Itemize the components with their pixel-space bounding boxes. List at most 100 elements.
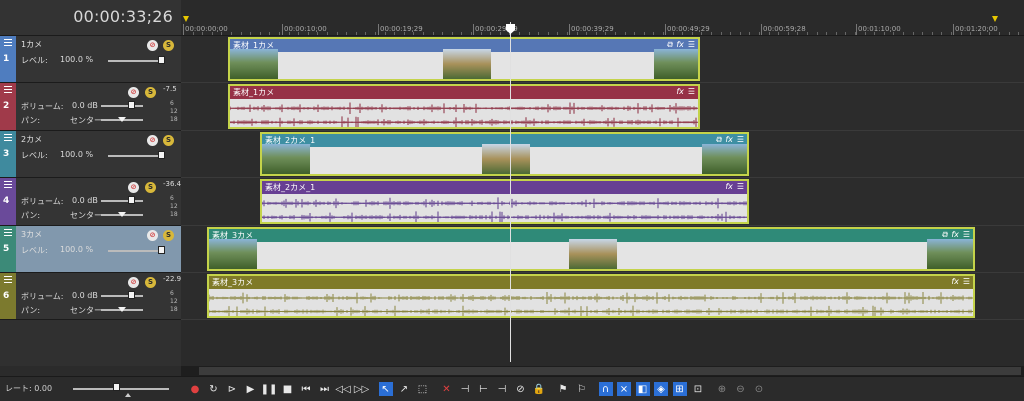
- normal-edit-tool-icon[interactable]: ↖: [378, 382, 393, 396]
- mute-button[interactable]: ⊘: [128, 277, 139, 288]
- zoom-out-icon[interactable]: ⊖: [734, 382, 748, 396]
- loop-region-marker[interactable]: [183, 16, 189, 22]
- track-lane-1[interactable]: 素材_1カメ ⧉ fx ☰: [181, 36, 1024, 83]
- solo-button[interactable]: S: [145, 182, 156, 193]
- track-menu-icon[interactable]: [4, 181, 12, 188]
- solo-button[interactable]: S: [145, 277, 156, 288]
- event-clip[interactable]: 素材_3カメ ⧉ fx ☰: [207, 227, 975, 271]
- solo-button[interactable]: S: [163, 40, 174, 51]
- volume-slider-knob[interactable]: [128, 291, 135, 299]
- track-header-3[interactable]: 3 ⊘ S 2カメ レベル: 100.0 %: [0, 131, 181, 178]
- level-slider[interactable]: [108, 155, 164, 157]
- pan-slider-arrow[interactable]: [118, 212, 126, 217]
- event-title-bar[interactable]: 素材_2カメ_1 fx ☰: [262, 181, 747, 194]
- crop-icon[interactable]: ⧉: [716, 135, 722, 144]
- loop-icon[interactable]: ↻: [207, 382, 221, 396]
- track-lane-2[interactable]: 素材_1カメ fx ☰: [181, 83, 1024, 131]
- track-menu-icon[interactable]: [4, 276, 12, 283]
- track-color-strip[interactable]: 5: [0, 226, 16, 272]
- trim-end-icon[interactable]: ⊣: [495, 382, 509, 396]
- solo-button[interactable]: S: [163, 230, 174, 241]
- track-lane-3[interactable]: 素材_2カメ_1 ⧉ fx ☰: [181, 131, 1024, 178]
- scrollbar-thumb[interactable]: [199, 367, 1021, 375]
- event-clip[interactable]: 素材_2カメ_1 fx ☰: [260, 179, 749, 224]
- event-menu-icon[interactable]: ☰: [963, 230, 970, 239]
- play-from-start-icon[interactable]: ⊳: [225, 382, 239, 396]
- ignore-grouping-icon[interactable]: ⊞: [672, 382, 687, 396]
- event-menu-icon[interactable]: ☰: [963, 277, 970, 286]
- track-lane-4[interactable]: 素材_2カメ_1 fx ☰: [181, 178, 1024, 226]
- mute-button[interactable]: ⊘: [147, 40, 158, 51]
- track-name[interactable]: 1カメ: [21, 39, 42, 50]
- grouping-icon[interactable]: ⊡: [691, 382, 705, 396]
- timeline-area[interactable]: 素材_1カメ ⧉ fx ☰ 素材_1カメ fx ☰ 素材_2カメ_1 ⧉ fx ☰ 素材_2カメ_1 f…: [181, 36, 1024, 320]
- level-slider[interactable]: [108, 250, 164, 252]
- fx-icon[interactable]: fx: [725, 182, 733, 191]
- mute-button[interactable]: ⊘: [128, 87, 139, 98]
- go-to-end-icon[interactable]: ⏭: [318, 382, 332, 396]
- pan-slider-arrow[interactable]: [118, 307, 126, 312]
- prev-frame-icon[interactable]: ◁◁: [335, 382, 350, 396]
- envelope-tool-icon[interactable]: ↗: [397, 382, 411, 396]
- track-lane-6[interactable]: 素材_3カメ fx ☰: [181, 273, 1024, 320]
- solo-button[interactable]: S: [163, 135, 174, 146]
- track-header-4[interactable]: 4 ⊘ S -36.4 6 12 18 ボリューム: 0.0 dB パン: センター: [0, 178, 181, 226]
- track-color-strip[interactable]: 4: [0, 178, 16, 225]
- pan-slider-arrow[interactable]: [118, 117, 126, 122]
- event-title-bar[interactable]: 素材_1カメ fx ☰: [230, 86, 698, 99]
- volume-slider-knob[interactable]: [128, 101, 135, 109]
- track-color-strip[interactable]: 2: [0, 83, 16, 130]
- split-icon[interactable]: ⊘: [514, 382, 528, 396]
- level-slider-knob[interactable]: [158, 151, 165, 159]
- track-name[interactable]: 2カメ: [21, 134, 42, 145]
- track-menu-icon[interactable]: [4, 134, 12, 141]
- horizontal-scrollbar[interactable]: [181, 366, 1024, 376]
- track-menu-icon[interactable]: [4, 86, 12, 93]
- mute-button[interactable]: ⊘: [128, 182, 139, 193]
- mute-button[interactable]: ⊘: [147, 230, 158, 241]
- rate-slider[interactable]: [73, 388, 169, 390]
- track-header-2[interactable]: 2 ⊘ S -7.5 6 12 18 ボリューム: 0.0 dB パン: センター: [0, 83, 181, 131]
- crop-icon[interactable]: ⧉: [667, 40, 673, 49]
- track-color-strip[interactable]: 3: [0, 131, 16, 177]
- volume-slider[interactable]: [101, 105, 143, 107]
- snap-icon[interactable]: ∩: [598, 382, 613, 396]
- trim-icon[interactable]: ⊣: [458, 382, 472, 396]
- delete-icon[interactable]: ✕: [440, 382, 454, 396]
- auto-ripple-icon[interactable]: ◧: [635, 382, 650, 396]
- event-menu-icon[interactable]: ☰: [737, 182, 744, 191]
- pause-icon[interactable]: ❚❚: [261, 382, 278, 396]
- loop-region-marker[interactable]: [992, 16, 998, 22]
- region-icon[interactable]: ⚐: [575, 382, 589, 396]
- stop-icon[interactable]: ■: [281, 382, 295, 396]
- volume-slider[interactable]: [101, 295, 143, 297]
- event-menu-icon[interactable]: ☰: [688, 87, 695, 96]
- track-header-6[interactable]: 6 ⊘ S -22.9 6 12 18 ボリューム: 0.0 dB パン: センター: [0, 273, 181, 320]
- event-title-bar[interactable]: 素材_3カメ fx ☰: [209, 276, 973, 289]
- track-header-1[interactable]: 1 ⊘ S 1カメ レベル: 100.0 %: [0, 36, 181, 83]
- track-menu-icon[interactable]: [4, 39, 12, 46]
- fx-icon[interactable]: fx: [676, 87, 684, 96]
- event-clip[interactable]: 素材_1カメ ⧉ fx ☰: [228, 37, 700, 81]
- crop-icon[interactable]: ⧉: [942, 230, 948, 239]
- play-icon[interactable]: ▶: [244, 382, 258, 396]
- time-ruler[interactable]: 00:00:00;00 00:00:10;00 00:00:19;29 00:00:2…: [181, 0, 1024, 36]
- fx-icon[interactable]: fx: [676, 40, 684, 49]
- track-color-strip[interactable]: 6: [0, 273, 16, 319]
- track-name[interactable]: 3カメ: [21, 229, 42, 240]
- track-header-5[interactable]: 5 ⊘ S 3カメ レベル: 100.0 %: [0, 226, 181, 273]
- playhead-cursor[interactable]: [510, 22, 511, 362]
- event-clip[interactable]: 素材_3カメ fx ☰: [207, 274, 975, 318]
- go-to-start-icon[interactable]: ⏮: [299, 382, 313, 396]
- level-slider[interactable]: [108, 60, 164, 62]
- zoom-fit-icon[interactable]: ⊙: [752, 382, 766, 396]
- volume-slider-knob[interactable]: [128, 196, 135, 204]
- fx-icon[interactable]: fx: [951, 230, 959, 239]
- trim-start-icon[interactable]: ⊢: [477, 382, 491, 396]
- event-clip[interactable]: 素材_2カメ_1 ⧉ fx ☰: [260, 132, 749, 176]
- selection-tool-icon[interactable]: ⬚: [416, 382, 430, 396]
- track-menu-icon[interactable]: [4, 229, 12, 236]
- auto-crossfade-icon[interactable]: ⨯: [617, 382, 631, 396]
- mute-button[interactable]: ⊘: [147, 135, 158, 146]
- zoom-in-icon[interactable]: ⊕: [715, 382, 729, 396]
